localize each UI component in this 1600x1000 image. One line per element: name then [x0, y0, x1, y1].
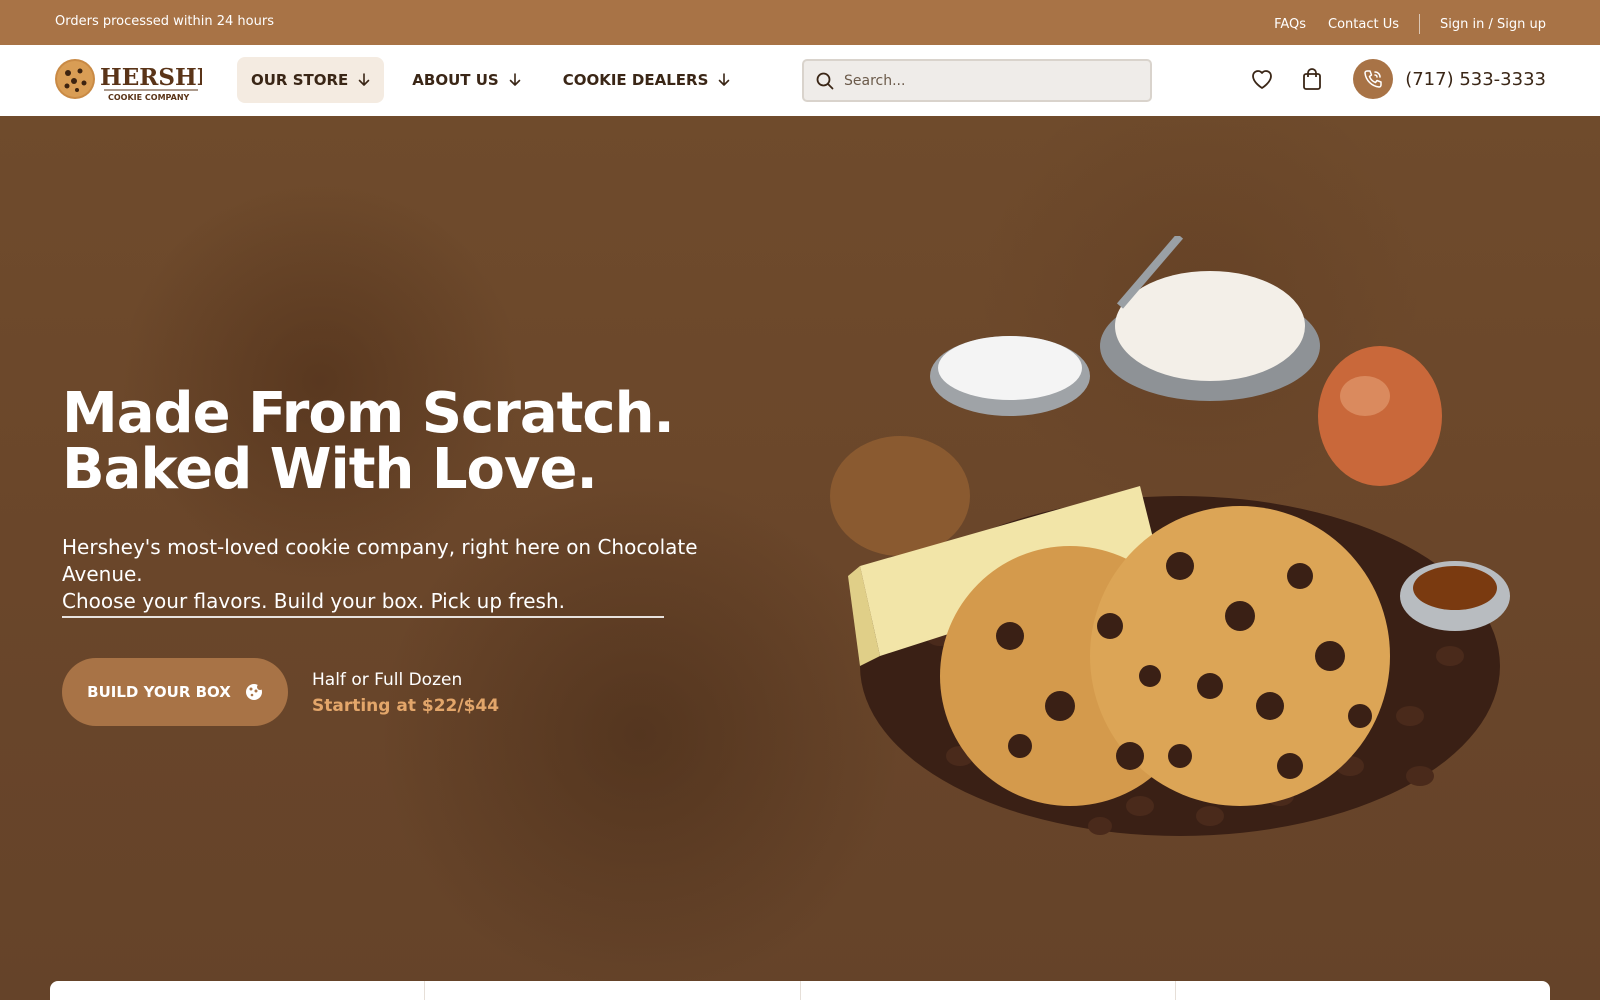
nav-label: COOKIE DEALERS: [562, 71, 709, 89]
logo[interactable]: HERSHEY COOKIE COMPANY: [54, 57, 231, 103]
feature-cards-strip: [50, 981, 1550, 1000]
shopping-bag-icon: [1303, 68, 1322, 90]
header-actions: (717) 533-3333: [1247, 59, 1546, 99]
cookie-ingredients-image: [830, 236, 1510, 836]
offer-info: Half or Full Dozen Starting at $22/$44: [312, 670, 499, 716]
topbar-divider: [1419, 14, 1421, 34]
faqs-link[interactable]: FAQs: [1274, 17, 1306, 32]
arrow-down-icon: [719, 73, 730, 86]
search-input[interactable]: [844, 72, 1124, 89]
phone-number[interactable]: (717) 533-3333: [1405, 69, 1546, 90]
hero-subtitle-line-2: Choose your flavors. Build your box. Pic…: [62, 589, 565, 613]
nav-cookie-dealers[interactable]: COOKIE DEALERS: [549, 57, 745, 103]
search-box: [802, 59, 1152, 102]
cta-label: BUILD YOUR BOX: [87, 683, 231, 701]
hero-title-line-2: Baked With Love.: [62, 437, 598, 502]
cookie-logo-icon: HERSHEY COOKIE COMPANY: [55, 59, 231, 102]
offer-price: Starting at $22/$44: [312, 696, 500, 716]
nav-label: OUR STORE: [251, 71, 349, 89]
phone-icon: [1364, 70, 1382, 88]
feature-card: [50, 981, 426, 1000]
search-icon[interactable]: [816, 72, 834, 90]
nav-about-us[interactable]: ABOUT US: [398, 57, 534, 103]
announcement-text: Orders processed within 24 hours: [55, 14, 274, 29]
wishlist-button[interactable]: [1247, 64, 1277, 94]
heart-icon: [1252, 70, 1273, 89]
arrow-down-icon: [358, 73, 370, 86]
build-your-box-button[interactable]: BUILD YOUR BOX: [62, 658, 288, 726]
feature-card: [425, 981, 801, 1000]
offer-size: Half or Full Dozen: [312, 670, 463, 690]
site-header: HERSHEY COOKIE COMPANY OUR STORE ABOUT U…: [0, 45, 1600, 116]
hero-title: Made From Scratch. Baked With Love.: [62, 386, 675, 498]
hero-subtitle-line-1: Hershey's most-loved cookie company, rig…: [62, 535, 698, 586]
contact-us-link[interactable]: Contact Us: [1328, 17, 1399, 32]
hero-divider: [62, 616, 664, 618]
nav-label: ABOUT US: [412, 71, 499, 89]
cart-button[interactable]: [1297, 64, 1327, 94]
cookie-icon: [245, 684, 263, 700]
sign-in-link[interactable]: Sign in / Sign up: [1440, 17, 1546, 32]
topbar-links: FAQs Contact Us Sign in / Sign up: [1274, 14, 1546, 34]
phone-button[interactable]: [1353, 59, 1394, 99]
svg-text:COOKIE COMPANY: COOKIE COMPANY: [108, 93, 190, 102]
hero-section: Made From Scratch. Baked With Love. Hers…: [0, 116, 1600, 1000]
svg-text:HERSHEY: HERSHEY: [100, 64, 202, 91]
main-nav: OUR STORE ABOUT US COOKIE DEALERS: [237, 57, 744, 103]
arrow-down-icon: [509, 73, 521, 86]
feature-card: [801, 981, 1176, 1000]
hero-subtitle: Hershey's most-loved cookie company, rig…: [62, 534, 762, 615]
nav-our-store[interactable]: OUR STORE: [237, 57, 385, 103]
feature-card: [1176, 981, 1550, 1000]
announcement-bar: Orders processed within 24 hours FAQs Co…: [0, 0, 1600, 45]
